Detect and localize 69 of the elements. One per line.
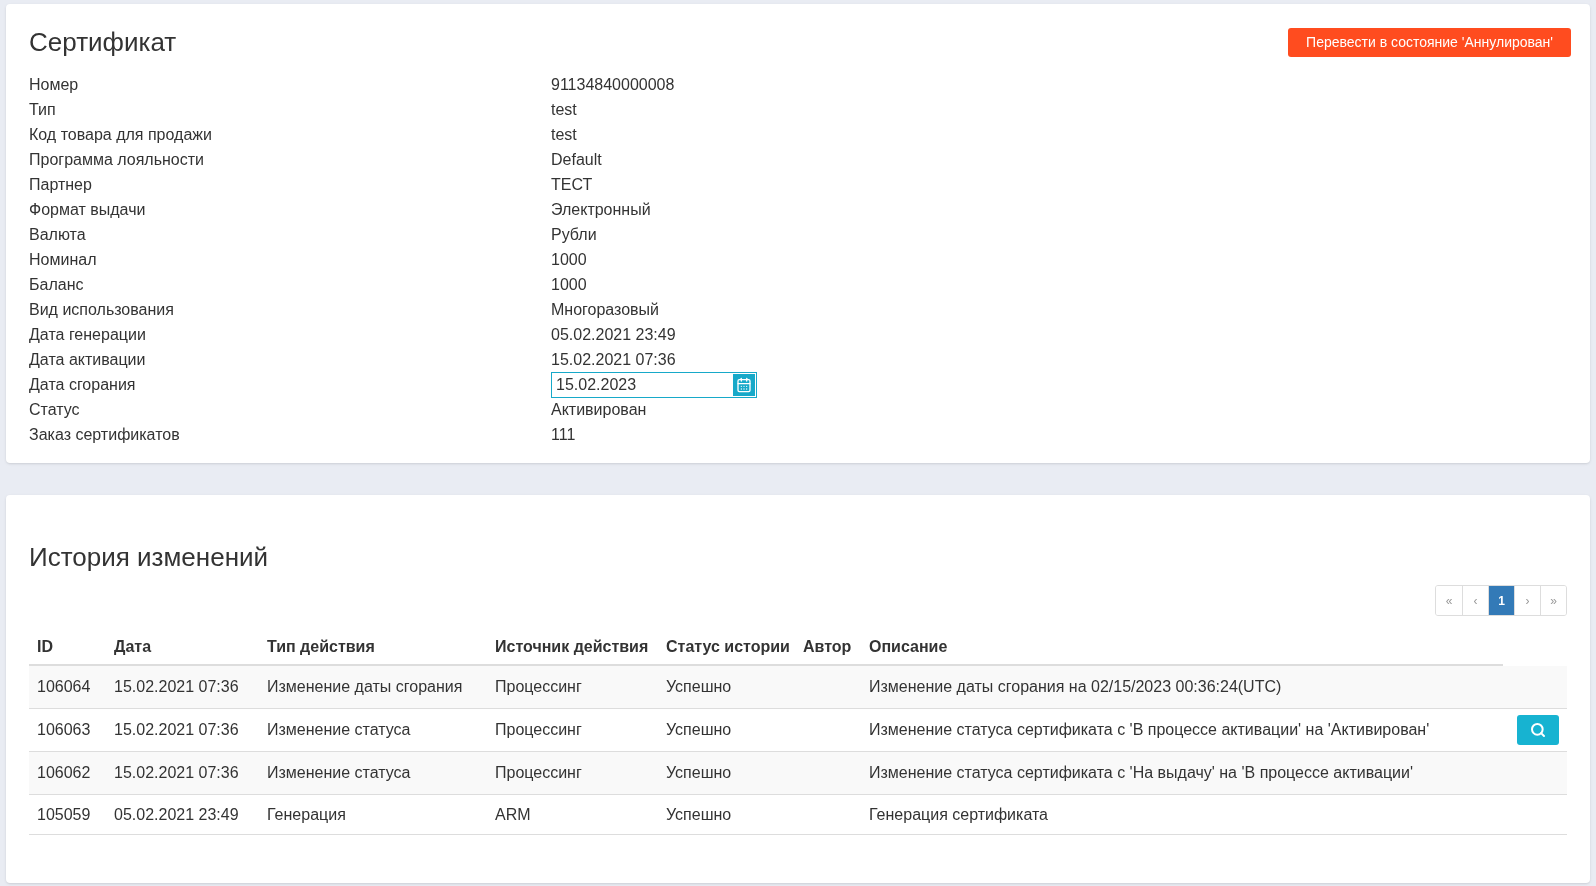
- table-cell: 106063: [37, 721, 91, 738]
- field-label: Код товара для продажи: [29, 124, 213, 145]
- search-button[interactable]: [1517, 715, 1559, 745]
- table-cell: 106062: [37, 764, 91, 781]
- table-cell: Процессинг: [495, 764, 582, 781]
- field-label: Тип: [29, 99, 57, 120]
- field-value: 1000: [551, 249, 587, 270]
- field-value: Рубли: [551, 224, 597, 245]
- table-cell: Изменение даты сгорания: [267, 678, 463, 695]
- field-value: Многоразовый: [551, 299, 660, 320]
- field-value: 91134840000008: [551, 74, 675, 95]
- field-value: Активирован: [551, 399, 647, 420]
- field-label: Баланс: [29, 274, 85, 295]
- field-label: Валюта: [29, 224, 87, 245]
- table-cell: 05.02.2021 23:49: [114, 805, 239, 823]
- field-value: Электронный: [551, 199, 651, 220]
- table-cell: Успешно: [666, 805, 732, 823]
- field-label: Программа лояльности: [29, 149, 206, 170]
- table-cell: Успешно: [666, 721, 732, 738]
- table-cell: Изменение статуса сертификата с 'На выдачу' на 'В процессе активации': [869, 764, 1413, 781]
- column-header: Дата: [114, 637, 153, 657]
- card-title: История изменений: [29, 541, 270, 574]
- column-header: Автор: [803, 637, 853, 657]
- table-cell: Процессинг: [495, 678, 582, 695]
- table-cell: Генерация: [267, 805, 346, 823]
- table-cell: Успешно: [666, 678, 732, 695]
- field-value: 1000: [551, 274, 587, 295]
- field-value: test: [551, 99, 577, 120]
- search-icon: [1530, 722, 1546, 738]
- column-header: Источник действия: [495, 637, 650, 657]
- table-cell: 15.02.2021 07:36: [114, 721, 239, 738]
- table-cell: ARM: [495, 805, 531, 823]
- field-value: 111: [551, 424, 576, 445]
- pagination-link[interactable]: »: [1540, 586, 1566, 615]
- field-value: 05.02.2021 23:49: [551, 324, 676, 345]
- field-value: Default: [551, 149, 602, 170]
- table-cell: Процессинг: [495, 721, 582, 738]
- table-cell: Изменение статуса сертификата с 'В процессе активации' на 'Активирован': [869, 721, 1430, 738]
- field-label: Вид использования: [29, 299, 175, 320]
- table-cell: Генерация сертификата: [869, 805, 1048, 823]
- table-cell: Успешно: [666, 764, 732, 781]
- column-header: ID: [37, 637, 54, 657]
- field-label: Партнер: [29, 174, 93, 195]
- calendar-icon[interactable]: [736, 376, 752, 393]
- table-cell: 15.02.2021 07:36: [114, 764, 239, 781]
- table-cell: Изменение даты сгорания на 02/15/2023 00:36:24(UTC): [869, 678, 1282, 695]
- table-cell: Изменение статуса: [267, 721, 411, 738]
- field-label: Дата сгорания: [29, 374, 137, 395]
- field-label: Дата генерации: [29, 324, 147, 345]
- column-header: Тип действия: [267, 637, 376, 657]
- field-label: Номинал: [29, 249, 98, 270]
- table-cell: 15.02.2021 07:36: [114, 678, 239, 695]
- table-cell: 105059: [37, 805, 91, 823]
- field-label: Дата активации: [29, 349, 147, 370]
- field-value: ТЕСТ: [551, 174, 593, 195]
- column-header: Статус истории: [666, 637, 791, 657]
- field-label: Формат выдачи: [29, 199, 147, 220]
- field-value: test: [551, 124, 577, 145]
- field-label: Статус: [29, 399, 81, 420]
- pagination-link[interactable]: 1: [1488, 586, 1514, 615]
- table-cell: 106064: [37, 678, 91, 695]
- card-title: Сертификат: [29, 26, 177, 59]
- column-header: Описание: [869, 637, 949, 657]
- table-cell: Изменение статуса: [267, 764, 411, 781]
- field-label: Номер: [29, 74, 80, 95]
- date-field[interactable]: 15.02.2023: [551, 371, 757, 398]
- field-label: Заказ сертификатов: [29, 424, 181, 445]
- field-value: 15.02.2021 07:36: [551, 349, 676, 370]
- annul-button[interactable]: Перевести в состояние 'Аннулирован': [1288, 28, 1571, 57]
